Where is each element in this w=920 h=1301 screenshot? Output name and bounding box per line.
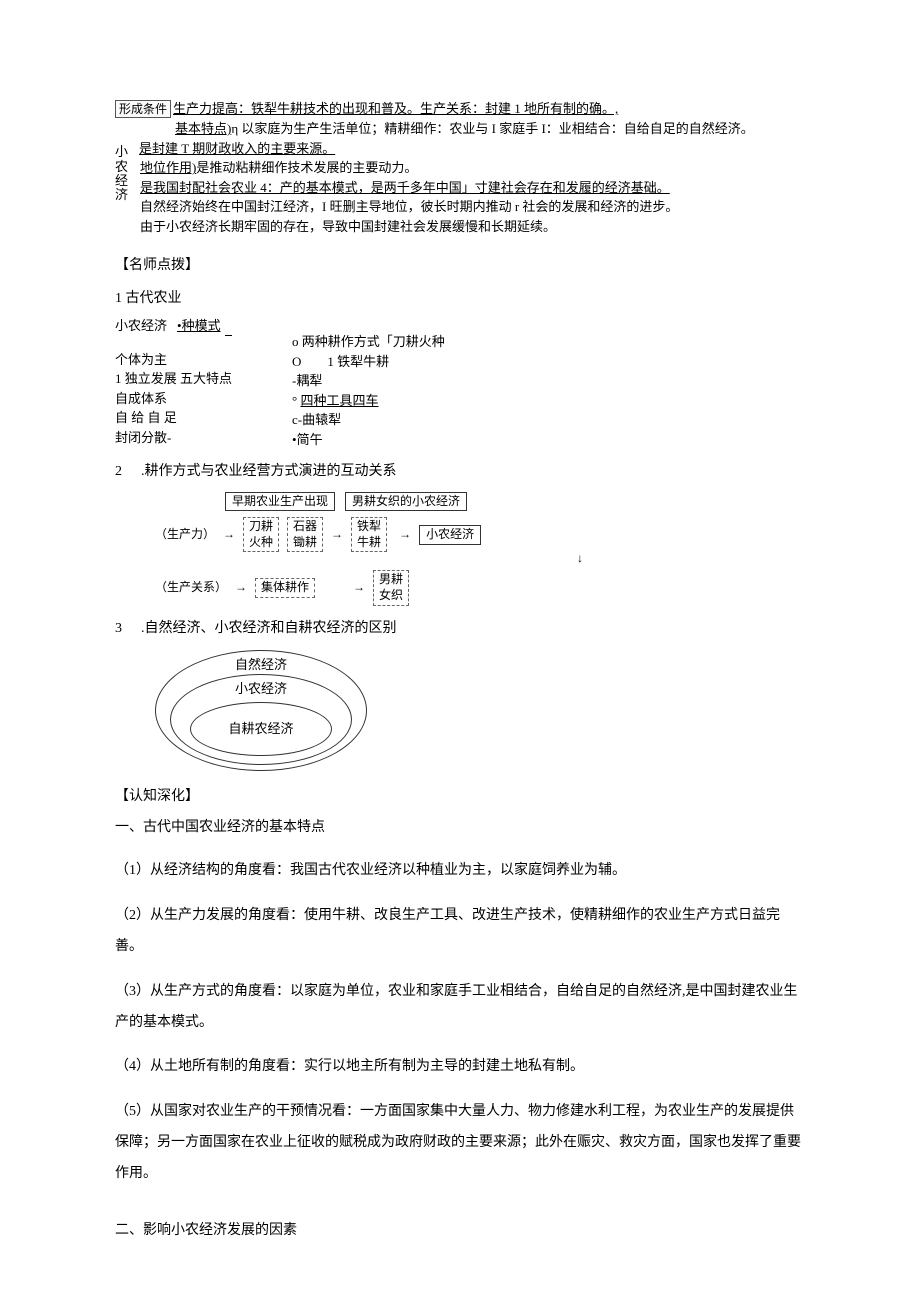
agriculture-outline: 小农经济 •种模式 个体为主 1 独立发展 五大特点 自成体系 自 给 自 足 …: [115, 316, 805, 449]
feature-label: 基本特点): [175, 120, 231, 138]
outline-left: 小农经济 •种模式 个体为主 1 独立发展 五大特点 自成体系 自 给 自 足 …: [115, 316, 232, 449]
deep-p1: （1）从经济结构的角度看：我国古代农业经济以种植业为主，以家庭饲养业为辅。: [115, 856, 805, 887]
line-persist: 由于小农经济长期牢固的存在，导致中国封建社会发展缓慢和长期延续。: [140, 218, 556, 236]
tutor-head: 【名师点拨】: [115, 255, 805, 277]
formation-badge: 形成条件: [115, 100, 171, 118]
concept-map-block: 形成条件 生产力提高：铁犁牛耕技术的出现和普及。生产关系：封建 1 地所有制的确…: [115, 100, 805, 237]
vertical-label: 小 农 经 济: [115, 145, 132, 202]
item-1-title: 1 古代农业: [115, 288, 805, 310]
diagram-evolution: 早期农业生产出现 男耕女织的小农经济 （生产力） → 刀耕火种 石器锄耕 → 铁…: [155, 492, 805, 606]
line-revenue: 是封建 T 期财政收入的主要来源。: [139, 140, 335, 158]
mode-underline: [225, 322, 232, 336]
formation-text: 生产力提高：铁犁牛耕技术的出现和普及。生产关系：封建 1 地所有制的确。,: [173, 100, 618, 118]
item-2-title: .耕作方式与农业经营方式演进的互动关系: [141, 461, 397, 483]
role-label: 地位作用): [140, 159, 196, 177]
deep-t1: 一、古代中国农业经济的基本特点: [115, 814, 805, 842]
role-text: 是推动粘耕细作技术发展的主要动力。: [196, 159, 417, 177]
deep-p4: （4）从土地所有制的角度看：实行以地主所有制为主导的封建土地私有制。: [115, 1052, 805, 1083]
num-3: 3: [115, 618, 129, 640]
deep-p3: （3）从生产方式的角度看：以家庭为单位，农业和家庭手工业相结合，自给自足的自然经…: [115, 977, 805, 1039]
num-2: 2: [115, 461, 129, 483]
line-natural: 自然经济始终在中国封江经济，I 旺删主导地位，彼长时期内推动 r 社会的发展和经…: [140, 198, 678, 216]
deep-p5: （5）从国家对农业生产的干预情况看：一方面国家集中大量人力、物力修建水利工程，为…: [115, 1097, 805, 1189]
outline-right: o 两种耕作方式「刀耕火种 O 1 铁犁牛耕 -耦犁 ° 四种工具四车 c-曲辕…: [292, 332, 445, 449]
deep-head: 【认知深化】: [115, 786, 805, 808]
line-mode: 是我国封配社会农业 4：产的基本模式，是两千多年中国」寸建社会存在和发履的经济基…: [140, 179, 670, 197]
diagram-venn: 自然经济 小农经济 自耕农经济: [135, 646, 385, 776]
item-3-title: .自然经济、小农经济和自耕农经济的区别: [141, 618, 397, 640]
feature-text: η 以家庭为生产生活单位；精耕细作：农业与 I 家庭手 I：业相结合：自给自足的…: [231, 120, 753, 138]
deep-t2: 二、影响小农经济发展的因素: [115, 1216, 805, 1247]
deep-p2: （2）从生产力发展的角度看：使用牛耕、改良生产工具、改进生产技术，使精耕细作的农…: [115, 901, 805, 963]
